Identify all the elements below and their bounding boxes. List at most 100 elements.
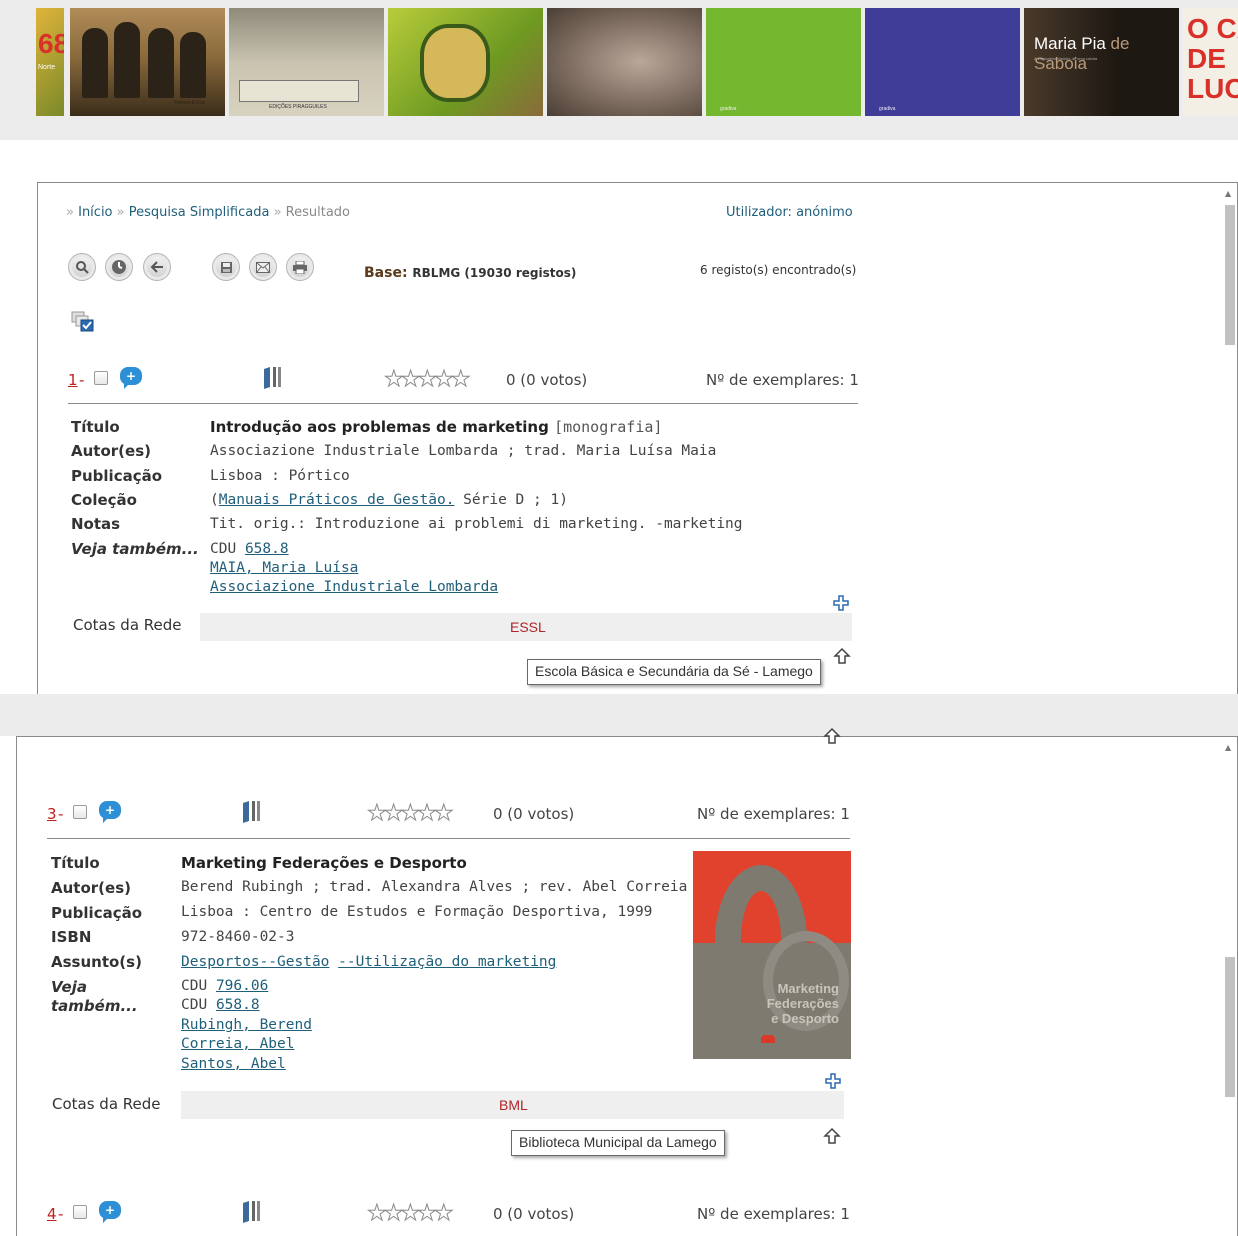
record-authors: Berend Rubingh ; trad. Alexandra Alves ;… xyxy=(181,879,688,895)
database-info: Base: RBLMG (19030 registos) xyxy=(364,265,577,281)
field-label-authors: Autor(es) xyxy=(51,879,131,897)
history-icon[interactable] xyxy=(105,253,133,281)
print-icon[interactable] xyxy=(286,253,314,281)
collapse-up-icon[interactable] xyxy=(823,1127,841,1150)
results-count: 6 registo(s) encontrado(s) xyxy=(700,263,857,277)
subject-link[interactable]: Desportos--Gestão xyxy=(181,954,329,970)
collapse-up-icon[interactable] xyxy=(833,647,851,670)
see-also-link[interactable]: Correia, Abel xyxy=(181,1036,295,1052)
record-collection: (Manuais Práticos de Gestão. Série D ; 1… xyxy=(210,492,568,508)
record-checkbox[interactable] xyxy=(94,371,108,385)
record-header: 1- + ★★★★★ 0 (0 votos) Nº de exemplares:… xyxy=(68,365,859,392)
field-label-title: Título xyxy=(51,854,100,872)
breadcrumb-search-link[interactable]: Pesquisa Simplificada xyxy=(129,205,270,220)
expand-plus-icon[interactable] xyxy=(825,1073,841,1089)
user-status: Utilizador: anónimo xyxy=(726,205,853,220)
rating-stars[interactable]: ★★★★★ xyxy=(384,368,472,391)
expand-plus-icon[interactable] xyxy=(833,595,849,611)
cdu-link[interactable]: 658.8 xyxy=(245,541,289,557)
results-panel: » Início » Pesquisa Simplificada » Resul… xyxy=(37,182,1238,696)
record-authors: Associazione Industriale Lombarda ; trad… xyxy=(210,443,717,459)
book-type-icon xyxy=(260,365,288,389)
field-label-collection: Coleção xyxy=(71,491,137,509)
field-label-authors: Autor(es) xyxy=(71,442,151,460)
shelfmark-code[interactable]: BML xyxy=(499,1097,528,1113)
carousel-book-cover[interactable]: 68 Norte xyxy=(36,8,64,116)
rating-stars[interactable]: ★★★★★ xyxy=(367,802,455,825)
breadcrumb: » Início » Pesquisa Simplificada » Resul… xyxy=(66,205,351,220)
record-title: Introdução aos problemas de marketing [m… xyxy=(210,418,663,436)
record-subjects: Desportos--Gestão --Utilização do market… xyxy=(181,954,556,970)
field-label-see-also: também... xyxy=(51,997,138,1015)
carousel-book-cover[interactable]: Forrest & Roz xyxy=(70,8,225,116)
rating-votes: 0 (0 votos) xyxy=(493,1205,575,1223)
comment-icon[interactable]: + xyxy=(99,801,121,823)
rating-stars[interactable]: ★★★★★ xyxy=(367,1202,455,1225)
see-also-link[interactable]: Santos, Abel xyxy=(181,1056,286,1072)
field-label-see-also: Veja xyxy=(51,978,87,996)
collapse-up-icon[interactable] xyxy=(823,727,841,750)
carousel-book-cover[interactable]: gradiva xyxy=(865,8,1020,116)
field-label-see-also: Veja também... xyxy=(71,540,199,558)
breadcrumb-home-link[interactable]: Início xyxy=(78,205,112,220)
search-icon[interactable] xyxy=(68,253,96,281)
cdu-link[interactable]: 658.8 xyxy=(216,997,260,1013)
carousel-book-cover[interactable]: Maria Pia de Saboia A verdadeira históri… xyxy=(1024,8,1179,116)
record-number-link[interactable]: 4 xyxy=(47,1205,57,1223)
record-cdu: CDU 796.06 xyxy=(181,978,269,994)
record-notes: Tit. orig.: Introduzione ai problemi di … xyxy=(210,516,743,532)
book-type-icon xyxy=(239,1199,267,1223)
record-publication: Lisboa : Pórtico xyxy=(210,468,350,484)
network-shelfmarks-bar: ESSL xyxy=(200,613,852,641)
book-carousel: 68 Norte Forrest & Roz EDIÇÕES PIRAGGUIL… xyxy=(0,0,1238,140)
shelfmark-code[interactable]: ESSL xyxy=(510,619,546,635)
network-shelfmarks-label: Cotas da Rede xyxy=(52,1095,161,1113)
subject-link[interactable]: --Utilização do marketing xyxy=(338,954,556,970)
record-cdu: CDU 658.8 xyxy=(210,541,289,557)
field-label-subjects: Assunto(s) xyxy=(51,953,142,971)
field-label-publication: Publicação xyxy=(71,467,163,485)
network-shelfmarks-bar: BML xyxy=(181,1091,844,1119)
library-tooltip: Escola Básica e Secundária da Sé - Lameg… xyxy=(527,659,821,685)
rating-votes: 0 (0 votos) xyxy=(506,371,588,389)
field-label-isbn: ISBN xyxy=(51,928,92,946)
comment-icon[interactable]: + xyxy=(120,367,142,389)
copies-count: Nº de exemplares: 1 xyxy=(697,1205,850,1223)
record-checkbox[interactable] xyxy=(73,805,87,819)
record-title: Marketing Federações e Desporto xyxy=(181,854,467,872)
breadcrumb-current: Resultado xyxy=(285,205,351,220)
select-all-icon[interactable] xyxy=(71,311,95,333)
record-number-link[interactable]: 1 xyxy=(68,371,78,389)
copies-count: Nº de exemplares: 1 xyxy=(706,371,859,389)
carousel-book-cover[interactable]: gradiva xyxy=(706,8,861,116)
record-publication: Lisboa : Centro de Estudos e Formação De… xyxy=(181,904,653,920)
record-header: 3- + ★★★★★ 0 (0 votos) Nº de exemplares:… xyxy=(47,799,850,826)
scrollbar[interactable]: ▲ xyxy=(1224,737,1235,1236)
see-also-link[interactable]: MAIA, Maria Luísa xyxy=(210,560,358,576)
record-number-link[interactable]: 3 xyxy=(47,805,57,823)
comment-icon[interactable]: + xyxy=(99,1201,121,1223)
library-tooltip: Biblioteca Municipal da Lamego xyxy=(511,1130,725,1156)
see-also-link[interactable]: Rubingh, Berend xyxy=(181,1017,312,1033)
save-icon[interactable] xyxy=(212,253,240,281)
copies-count: Nº de exemplares: 1 xyxy=(697,805,850,823)
carousel-book-cover[interactable] xyxy=(547,8,702,116)
see-also-link[interactable]: Associazione Industriale Lombarda xyxy=(210,579,498,595)
divider xyxy=(68,403,858,404)
divider xyxy=(47,838,850,839)
email-icon[interactable] xyxy=(249,253,277,281)
carousel-book-cover[interactable]: EDIÇÕES PIRAGGUILES xyxy=(229,8,384,116)
book-type-icon xyxy=(239,799,267,823)
collection-link[interactable]: Manuais Práticos de Gestão. xyxy=(219,492,455,508)
rating-votes: 0 (0 votos) xyxy=(493,805,575,823)
book-cover-image[interactable]: Marketing Federações e Desporto xyxy=(693,851,851,1059)
carousel-book-cover[interactable]: O CA DE LUCY xyxy=(1183,8,1238,116)
scrollbar[interactable]: ▲ xyxy=(1224,183,1235,697)
carousel-book-cover[interactable] xyxy=(388,8,543,116)
record-cdu: CDU 658.8 xyxy=(181,997,260,1013)
back-icon[interactable] xyxy=(143,253,171,281)
field-label-notes: Notas xyxy=(71,515,121,533)
cdu-link[interactable]: 796.06 xyxy=(216,978,268,994)
network-shelfmarks-label: Cotas da Rede xyxy=(73,616,182,634)
record-checkbox[interactable] xyxy=(73,1205,87,1219)
